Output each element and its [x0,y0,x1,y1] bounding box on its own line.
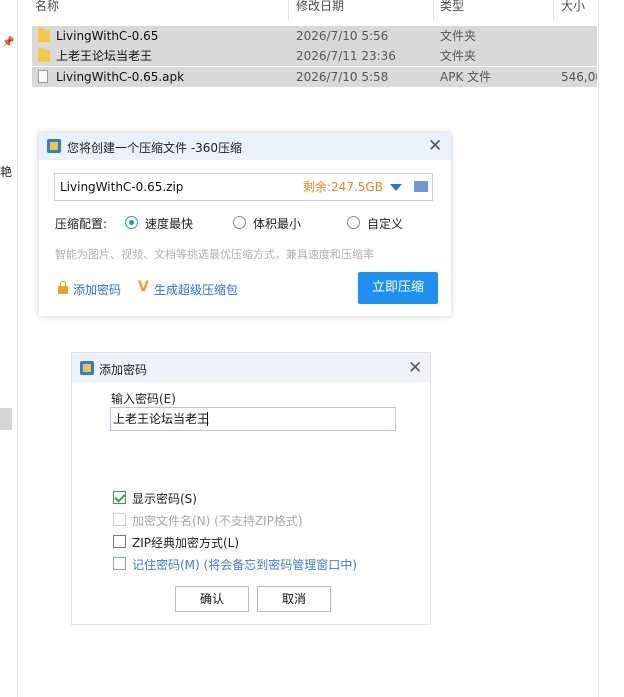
file-type: APK 文件 [440,70,492,84]
file-name: 上老王论坛当老王 [56,49,153,63]
column-separator[interactable] [553,0,554,20]
column-header-size[interactable]: 大小 [561,0,585,18]
radio-fastest-label[interactable]: 速度最快 [145,215,193,232]
file-date: 2026/7/10 5:56 [296,29,389,43]
360zip-app-icon [80,361,94,375]
pin-icon[interactable]: 📌 [2,38,14,48]
remember-password-checkbox[interactable] [113,557,126,570]
file-size: 546,00 [561,70,597,84]
dialog-title: 添加密码 [99,363,148,377]
file-date: 2026/7/10 5:58 [296,70,389,84]
lock-icon [58,281,68,294]
column-header-type[interactable]: 类型 [440,0,464,18]
radio-smallest[interactable] [233,216,246,229]
column-separator[interactable] [433,0,434,20]
dialog-title: 您将创建一个压缩文件 -360压缩 [67,141,243,155]
encrypt-filenames-checkbox[interactable] [113,513,126,526]
compress-now-button[interactable]: 立即压缩 [358,272,438,304]
add-password-link[interactable]: 添加密码 [73,281,121,298]
cancel-button[interactable]: 取消 [257,586,331,612]
chevron-down-icon[interactable] [390,184,402,191]
zip-classic-encryption-checkbox[interactable] [113,535,126,548]
compress-dialog: 您将创建一个压缩文件 -360压缩 ✕ LivingWithC-0.65.zip… [39,133,451,316]
vip-icon: V [138,279,149,295]
output-path-value: LivingWithC-0.65.zip [60,180,184,194]
sidebar-scrollbar[interactable] [0,408,12,430]
file-date: 2026/7/11 23:36 [296,49,396,63]
password-label: 输入密码(E) [111,392,176,406]
close-icon[interactable]: ✕ [428,138,442,155]
radio-custom[interactable] [347,216,360,229]
folder-icon [38,28,50,42]
super-pack-link[interactable]: 生成超级压缩包 [154,281,238,298]
sidebar-item-fragment: 艳 [0,165,13,179]
column-separator[interactable] [288,0,289,20]
folder-icon [38,48,50,62]
sidebar-divider [17,0,18,697]
file-icon [38,70,48,83]
show-password-checkbox[interactable] [113,491,126,504]
encrypt-filenames-label: 加密文件名(N) (不支持ZIP格式) [132,514,303,528]
window-edge [598,0,599,697]
close-icon[interactable]: ✕ [408,360,422,377]
file-name: LivingWithC-0.65.apk [56,70,185,84]
password-value: 上老王论坛当老王 [113,412,210,426]
compress-hint: 智能为图片、视频、文档等挑选最优压缩方式，兼具速度和压缩率 [55,248,374,261]
browse-folder-icon[interactable] [414,181,428,192]
column-header-name[interactable]: 名称 [35,0,59,18]
file-name: LivingWithC-0.65 [56,29,159,43]
radio-smallest-label[interactable]: 体积最小 [253,215,301,232]
file-type: 文件夹 [440,49,477,63]
output-path-field[interactable]: LivingWithC-0.65.zip 剩余:247.5GB [54,173,433,201]
show-password-label[interactable]: 显示密码(S) [132,490,197,507]
ok-button[interactable]: 确认 [175,586,249,612]
password-input[interactable]: 上老王论坛当老王 [110,407,396,431]
add-password-dialog: 添加密码 ✕ 输入密码(E) 上老王论坛当老王 显示密码(S) 加密文件名(N)… [71,352,431,625]
remember-password-label[interactable]: 记住密码(M) (将会备忘到密码管理窗口中) [132,556,357,573]
file-type: 文件夹 [440,29,477,43]
compress-config-label: 压缩配置: [55,217,108,231]
360zip-app-icon [47,139,61,153]
zip-classic-encryption-label[interactable]: ZIP经典加密方式(L) [132,534,239,551]
free-space-label: 剩余:247.5GB [303,180,383,194]
text-caret [207,412,208,426]
column-header-date[interactable]: 修改日期 [296,0,344,18]
radio-custom-label[interactable]: 自定义 [367,215,403,232]
radio-fastest[interactable] [125,216,138,229]
